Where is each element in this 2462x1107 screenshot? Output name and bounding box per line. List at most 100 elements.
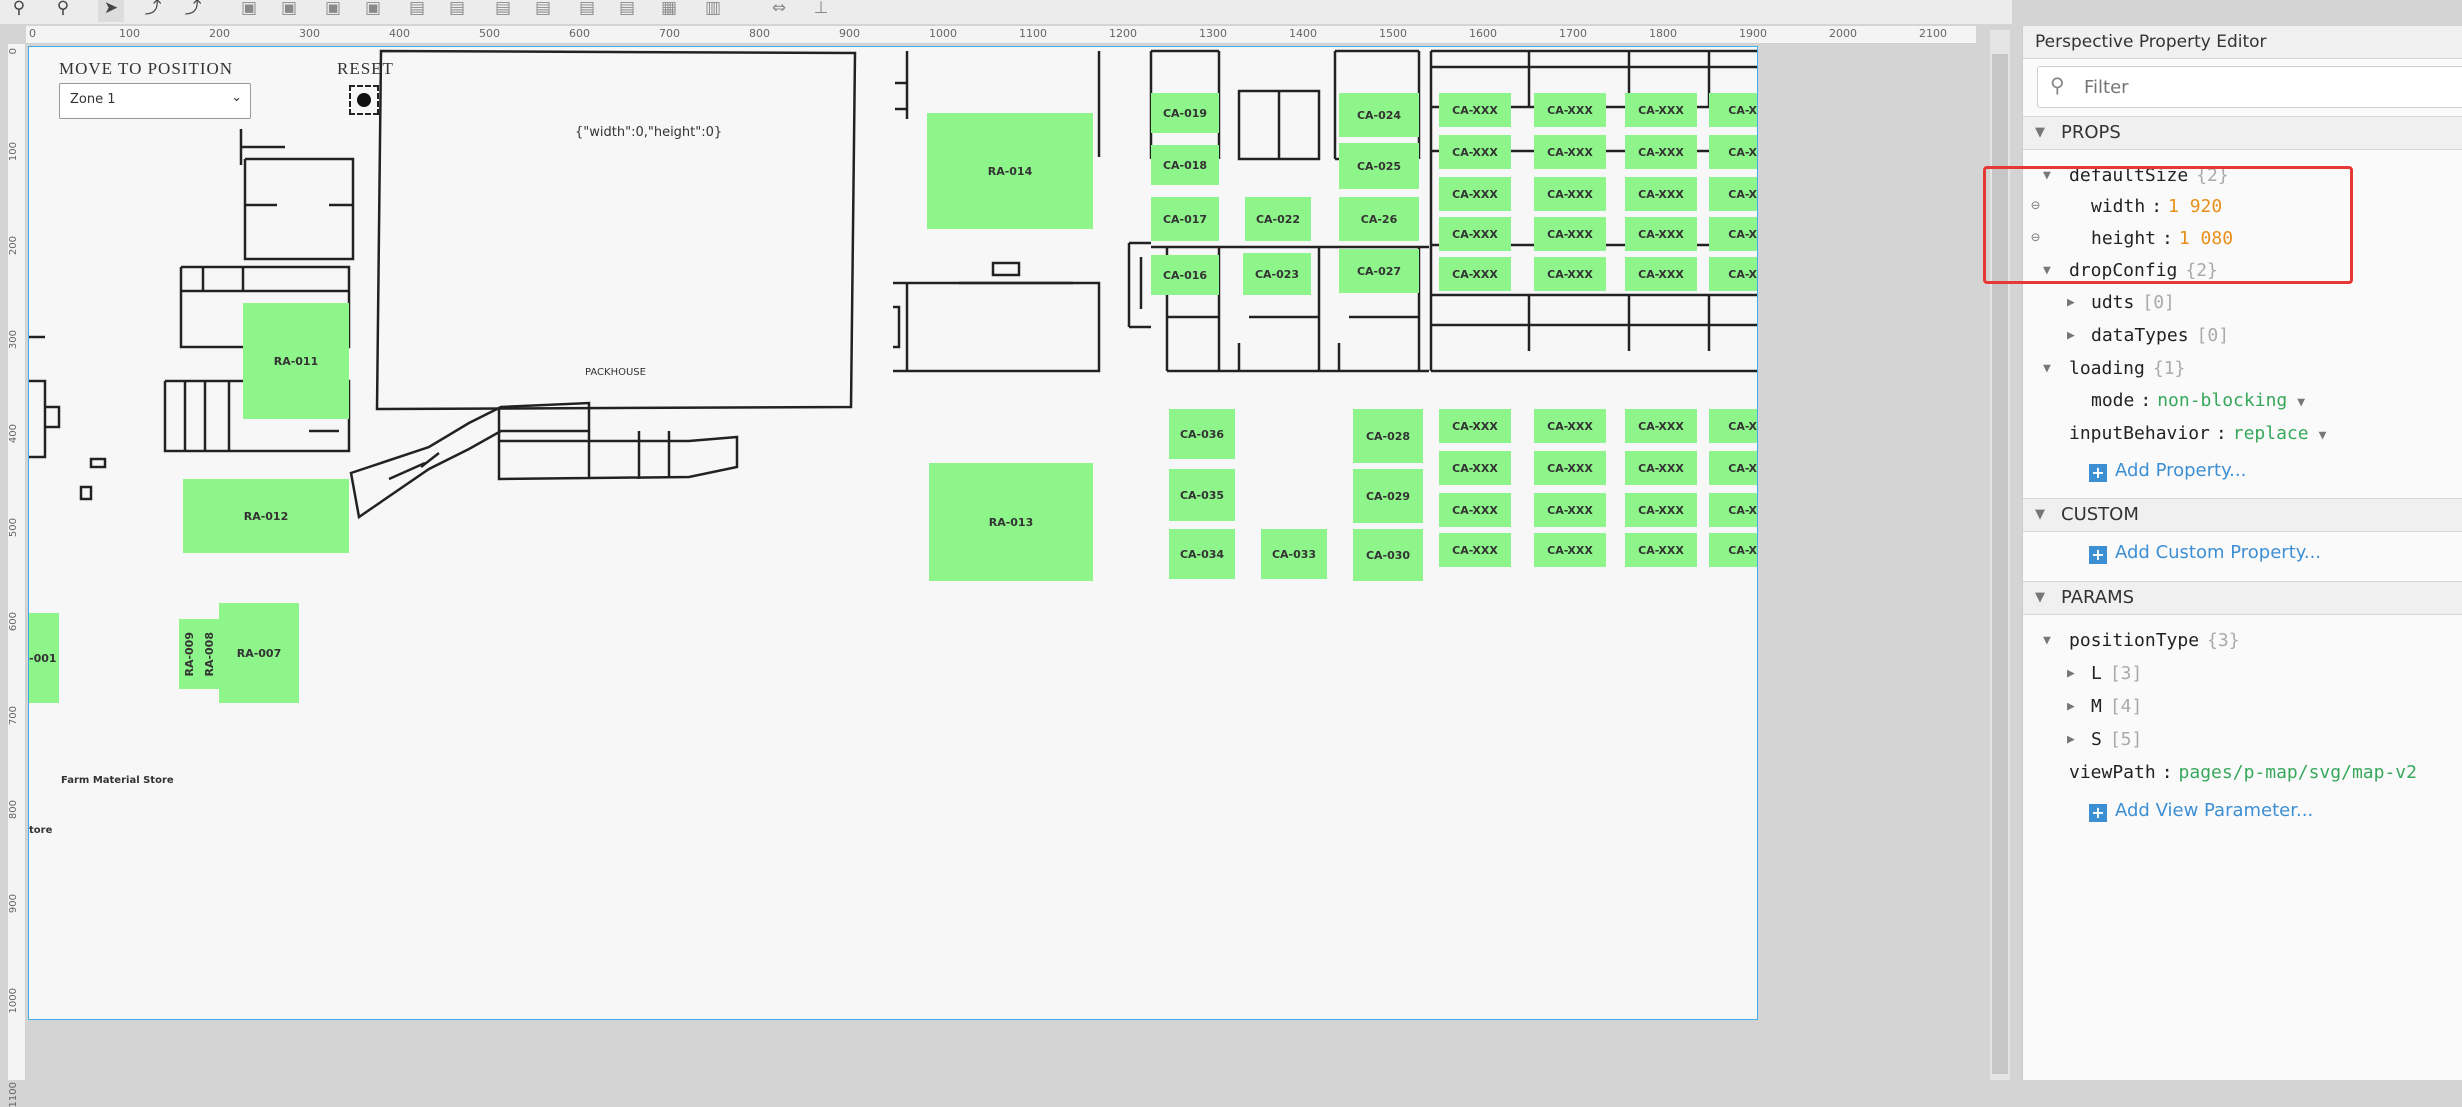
zone-ca-xxx[interactable]: CA-XXX — [1534, 257, 1606, 291]
filter-input[interactable] — [2082, 67, 2462, 107]
prop-mode[interactable]: mode: non-blocking ▼ — [2091, 386, 2305, 416]
bring-forward-icon[interactable]: ▣ — [320, 0, 346, 22]
filter-box[interactable]: ⚲ — [2037, 66, 2462, 108]
zone-ca-xxx[interactable]: CA-X — [1709, 533, 1757, 567]
zone-ca-xxx[interactable]: CA-X — [1709, 493, 1757, 527]
zone-ca-xxx[interactable]: CA-XXX — [1625, 177, 1697, 211]
align-middle-icon[interactable]: ▤ — [574, 0, 600, 22]
zone-ra-009[interactable]: RA-009 — [179, 619, 199, 689]
zone-ca-xxx[interactable]: CA-XXX — [1625, 135, 1697, 169]
zone-ca-xxx[interactable]: CA-X — [1709, 93, 1757, 127]
zoom-out-icon[interactable]: ⚲ — [6, 0, 32, 22]
add-property-button[interactable]: + Add Property... — [2089, 460, 2246, 482]
zone-ra-008[interactable]: RA-008 — [199, 619, 219, 689]
zone-ca-xxx[interactable]: CA-X — [1709, 177, 1757, 211]
dropdown-triangle-icon[interactable]: ▼ — [2319, 428, 2327, 443]
zone-ca-036[interactable]: CA-036 — [1169, 409, 1235, 459]
view-canvas[interactable]: MOVE TO POSITION RESET Zone 1 ⌄ {"width"… — [28, 46, 1758, 1020]
zone-ca-xxx[interactable]: CA-XXX — [1439, 93, 1511, 127]
zone-ca-025[interactable]: CA-025 — [1339, 143, 1419, 189]
param-L[interactable]: ▶ L [3] — [2067, 659, 2142, 689]
pin-icon[interactable]: ⊥ — [808, 0, 834, 22]
zone-ca-xxx[interactable]: CA-XXX — [1534, 93, 1606, 127]
align-left-icon[interactable]: ▤ — [404, 0, 430, 22]
align-bottom-icon[interactable]: ▤ — [614, 0, 640, 22]
prop-loading[interactable]: ▼ loading {1} — [2043, 354, 2185, 384]
zone-ca-xxx[interactable]: CA-XXX — [1625, 93, 1697, 127]
zone-ca-xxx[interactable]: CA-XXX — [1439, 533, 1511, 567]
zone-ca-xxx[interactable]: CA-XXX — [1534, 217, 1606, 251]
custom-section-header[interactable]: ▼ CUSTOM — [2023, 498, 2462, 532]
zone-ca-035[interactable]: CA-035 — [1169, 469, 1235, 521]
reset-label[interactable]: RESET — [337, 59, 394, 79]
distribute-icon[interactable]: ▦ — [656, 0, 682, 22]
expand-caret-icon[interactable]: ▶ — [2067, 692, 2075, 722]
zone-ca-26[interactable]: CA-26 — [1339, 197, 1419, 241]
zone-ca-019[interactable]: CA-019 — [1151, 93, 1219, 133]
zone-ca-xxx[interactable]: CA-XXX — [1534, 493, 1606, 527]
param-positionType[interactable]: ▼ positionType {3} — [2043, 626, 2240, 656]
zone-ca-016[interactable]: CA-016 — [1151, 255, 1219, 295]
zone-ra-013[interactable]: RA-013 — [929, 463, 1093, 581]
expand-caret-icon[interactable]: ▶ — [2067, 288, 2075, 318]
path-tool-icon[interactable]: ⤴ — [140, 0, 166, 22]
align-center-icon[interactable]: ▤ — [444, 0, 470, 22]
zone-ca-xxx[interactable]: CA-XXX — [1534, 451, 1606, 485]
param-S[interactable]: ▶ S [5] — [2067, 725, 2142, 755]
zone-ca-xxx[interactable]: CA-XXX — [1439, 135, 1511, 169]
ungroup-icon[interactable]: ▣ — [276, 0, 302, 22]
expand-caret-icon[interactable]: ▶ — [2067, 725, 2075, 755]
zone-ca-017[interactable]: CA-017 — [1151, 197, 1219, 241]
add-view-parameter-button[interactable]: + Add View Parameter... — [2089, 800, 2313, 822]
zone-ca-028[interactable]: CA-028 — [1353, 409, 1423, 463]
zone-ra-001[interactable]: -001 — [29, 613, 59, 703]
zone-ca-033[interactable]: CA-033 — [1261, 529, 1327, 579]
dropdown-triangle-icon[interactable]: ▼ — [2297, 395, 2305, 410]
zone-ca-xxx[interactable]: CA-X — [1709, 217, 1757, 251]
zone-ca-023[interactable]: CA-023 — [1243, 253, 1311, 295]
reset-target-icon[interactable] — [349, 85, 379, 115]
zone-ca-xxx[interactable]: CA-XXX — [1534, 409, 1606, 443]
align-right-icon[interactable]: ▤ — [490, 0, 516, 22]
zone-ca-xxx[interactable]: CA-XXX — [1625, 451, 1697, 485]
zone-ca-xxx[interactable]: CA-X — [1709, 135, 1757, 169]
zone-ca-xxx[interactable]: CA-XXX — [1534, 135, 1606, 169]
zone-ca-xxx[interactable]: CA-XXX — [1534, 533, 1606, 567]
zone-ca-xxx[interactable]: CA-X — [1709, 409, 1757, 443]
param-M[interactable]: ▶ M [4] — [2067, 692, 2142, 722]
group-icon[interactable]: ▣ — [236, 0, 262, 22]
zone-ra-012[interactable]: RA-012 — [183, 479, 349, 553]
zone-dropdown[interactable]: Zone 1 ⌄ — [59, 83, 251, 119]
zone-ca-xxx[interactable]: CA-XXX — [1439, 217, 1511, 251]
zone-ca-024[interactable]: CA-024 — [1339, 93, 1419, 137]
zone-ca-034[interactable]: CA-034 — [1169, 529, 1235, 579]
prop-inputBehavior[interactable]: inputBehavior: replace ▼ — [2069, 419, 2326, 449]
expand-caret-icon[interactable]: ▶ — [2067, 659, 2075, 689]
zone-ca-030[interactable]: CA-030 — [1353, 529, 1423, 581]
zone-ca-022[interactable]: CA-022 — [1245, 197, 1311, 241]
zoom-in-icon[interactable]: ⚲ — [50, 0, 76, 22]
zone-ca-xxx[interactable]: CA-XXX — [1439, 493, 1511, 527]
zone-ca-xxx[interactable]: CA-XXX — [1625, 217, 1697, 251]
expand-caret-icon[interactable]: ▼ — [2043, 626, 2051, 656]
zone-ca-xxx[interactable]: CA-XXX — [1625, 409, 1697, 443]
zone-ra-014[interactable]: RA-014 — [927, 113, 1093, 229]
expand-caret-icon[interactable]: ▼ — [2043, 354, 2051, 384]
distribute-vertical-icon[interactable]: ▥ — [700, 0, 726, 22]
params-section-header[interactable]: ▼ PARAMS — [2023, 581, 2462, 615]
props-section-header[interactable]: ▼ PROPS — [2023, 116, 2462, 150]
add-custom-property-button[interactable]: + Add Custom Property... — [2089, 542, 2321, 564]
node-tool-icon[interactable]: ⤴ — [180, 0, 206, 22]
zone-ca-xxx[interactable]: CA-X — [1709, 451, 1757, 485]
zone-ca-xxx[interactable]: CA-XXX — [1625, 257, 1697, 291]
expand-caret-icon[interactable]: ▶ — [2067, 321, 2075, 351]
selection-tool-icon[interactable]: ➤ — [98, 0, 124, 22]
param-viewPath[interactable]: viewPath: pages/p-map/svg/map-v2 — [2069, 758, 2417, 788]
zone-ca-xxx[interactable]: CA-XXX — [1534, 177, 1606, 211]
zone-ca-xxx[interactable]: CA-XXX — [1439, 257, 1511, 291]
zone-ca-029[interactable]: CA-029 — [1353, 469, 1423, 523]
zone-ca-xxx[interactable]: CA-XXX — [1439, 177, 1511, 211]
zone-ca-xxx[interactable]: CA-XXX — [1625, 493, 1697, 527]
prop-udts[interactable]: ▶ udts [0] — [2067, 288, 2175, 318]
zone-ra-007[interactable]: RA-007 — [219, 603, 299, 703]
